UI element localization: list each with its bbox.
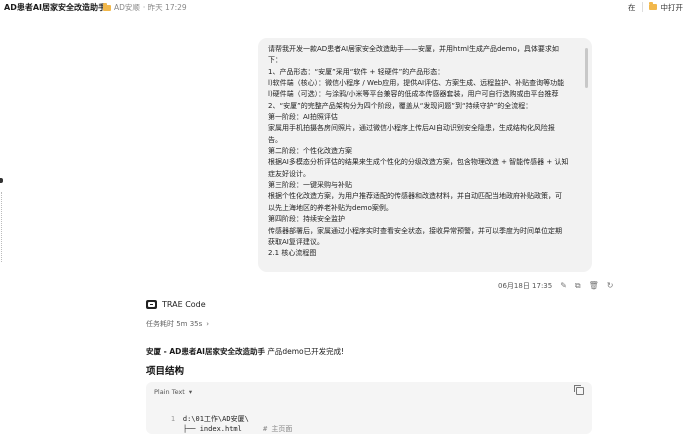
folder-icon <box>103 2 111 11</box>
agent-header: TRAE Code <box>146 300 206 309</box>
result-summary: 安厦 - AD患者AI居家安全改造助手 产品demo已开发完成! <box>146 346 344 357</box>
message-line: 告。 <box>268 135 282 144</box>
message-actions: 06月18日 17:35 ✎ ⧉ 🗑 ↻ <box>498 281 614 291</box>
message-line: l)硬件端（可选）：与涂鸦/小米等平台兼容的低成本传感器套装，用户可自行选购或由… <box>268 90 559 99</box>
message-line: l)软件端（核心）：微信小程序 / Web应用，提供AI评估、方案生成、远程监护… <box>268 79 565 88</box>
timeline-rail <box>1 192 3 262</box>
message-line: 第三阶段：一键采购与补贴 <box>268 181 352 190</box>
copy-icon[interactable]: ⧉ <box>575 282 581 290</box>
language-selector[interactable]: Plain Text ▾ <box>154 388 192 396</box>
folder-icon <box>648 2 657 10</box>
chevron-icon: › <box>206 320 210 328</box>
code-line: ├── index.html # 主页面 <box>154 416 293 442</box>
code-text: ├── index.html <box>182 425 242 433</box>
message-line: 2.1 核心流程图 <box>268 249 317 258</box>
chevron-down-icon: ▾ <box>188 388 193 396</box>
message-timestamp: 06月18日 17:35 <box>498 282 553 290</box>
edit-icon[interactable]: ✎ <box>560 282 567 290</box>
open-in-control[interactable]: 在 中打开 <box>628 0 683 14</box>
conversation-meta: AD安顺 · 昨天 17:29 <box>103 2 187 13</box>
code-comment: # 主页面 <box>262 425 293 433</box>
elapsed-text: 任务耗时 5m 35s <box>146 320 203 328</box>
summary-status: 产品demo已开发完成! <box>264 347 345 356</box>
folder-name[interactable]: AD安顺 <box>114 2 140 13</box>
user-message-text: 请帮我开发一款AD患者AI居家安全改造助手——安厦，并用html生成产品demo… <box>268 44 574 260</box>
message-scrollbar[interactable] <box>585 48 588 88</box>
message-line: 第四阶段：持续安全监护 <box>268 215 345 224</box>
message-line: 获取AI复评建议。 <box>268 237 324 246</box>
message-line: 根据AI多模态分析评估的结果来生成个性化的分级改造方案，包含物理改造 + 智能传… <box>268 158 569 167</box>
message-line: 第二阶段：个性化改造方案 <box>268 147 352 156</box>
title-bar: AD患者AI居家安全改造助手 AD安顺 · 昨天 17:29 在 中打开 <box>0 0 689 16</box>
message-line: 请帮我开发一款AD患者AI居家安全改造助手——安厦，并用html生成产品demo… <box>268 45 559 53</box>
retry-icon[interactable]: ↻ <box>607 282 614 290</box>
message-line: 症友好设计。 <box>268 169 310 178</box>
copy-code-icon[interactable] <box>574 385 584 395</box>
open-in-prefix: 在 <box>628 2 636 12</box>
message-line: 2、“安厦”的完整产品架构分为四个阶段，覆盖从“发现问题”到“持续守护”的全流程… <box>268 101 533 110</box>
updated-time: · 昨天 17:29 <box>142 3 187 12</box>
code-block: Plain Text ▾ 1 d:\01工作\AD安厦\ ├── index.ht… <box>146 382 592 434</box>
page-title: AD患者AI居家安全改造助手 <box>4 3 106 12</box>
user-message-bubble: 请帮我开发一款AD患者AI居家安全改造助手——安厦，并用html生成产品demo… <box>258 38 592 272</box>
message-line: 以先上海地区的养老补贴为demo案例。 <box>268 203 393 212</box>
summary-product: 安厦 - AD患者AI居家安全改造助手 <box>146 347 265 356</box>
divider <box>641 2 643 12</box>
message-line: 下： <box>268 56 282 65</box>
message-line: 家属用手机拍摄各房间照片，通过微信小程序上传后AI自动识别安全隐患，生成结构化风… <box>268 124 555 133</box>
section-heading: 项目结构 <box>146 366 185 377</box>
message-line: 根据个性化改造方案，为用户推荐适配的传感器和改造材料，并自动匹配当地政府补贴政策… <box>268 192 562 201</box>
task-elapsed[interactable]: 任务耗时 5m 35s › <box>146 319 209 329</box>
delete-icon[interactable]: 🗑 <box>589 282 599 290</box>
open-in-button[interactable]: 中打开 <box>661 2 684 13</box>
message-line: 第一阶段：AI拍照评估 <box>268 113 338 122</box>
trae-logo <box>146 300 157 309</box>
agent-name: TRAE Code <box>162 300 206 309</box>
language-label: Plain Text <box>154 388 185 396</box>
message-line: 传感器部署后，家属通过小程序实时查看安全状态，接收异常预警，并可以季度为时间单位… <box>268 226 562 235</box>
left-edge-marker[interactable] <box>0 178 3 183</box>
message-line: 1、产品形态：“安厦”采用“软件 + 轻硬件”的产品形态： <box>268 67 445 76</box>
